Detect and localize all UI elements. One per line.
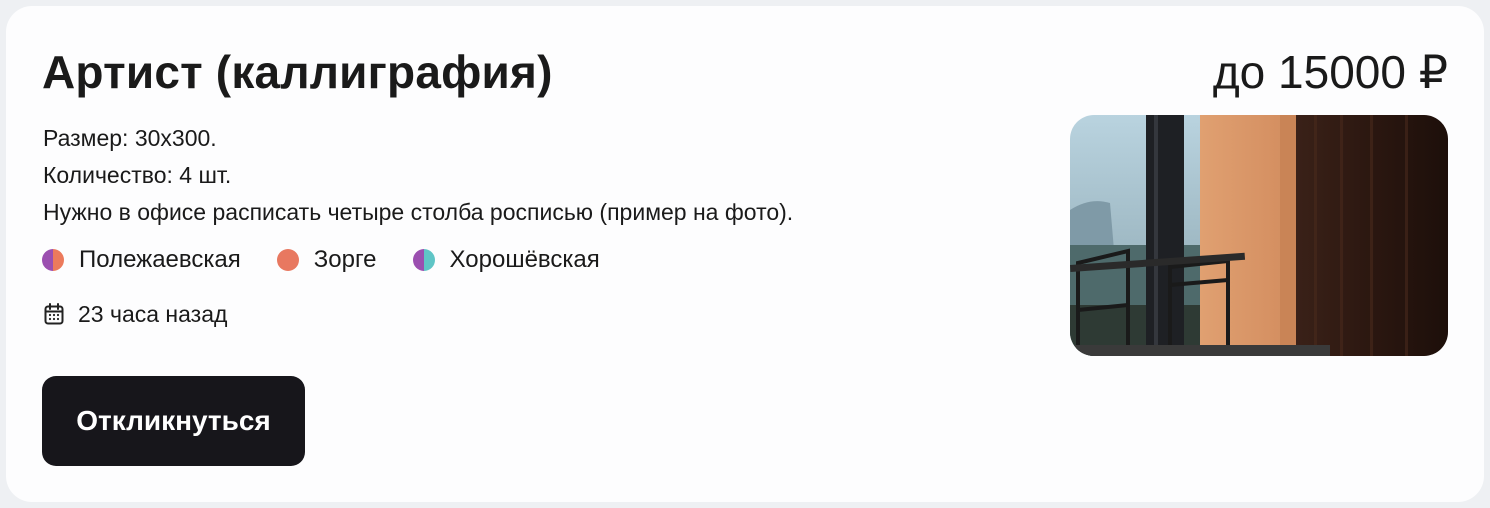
metro-station: Хорошёвская (412, 244, 600, 276)
calendar-icon (44, 303, 64, 325)
metro-station: Полежаевская (42, 244, 241, 276)
posted-time: 23 часа назад (44, 298, 227, 330)
job-price: до 15000 ₽ (1212, 46, 1448, 98)
description-line: Количество: 4 шт. (43, 162, 232, 188)
metro-line-dot-icon (42, 249, 64, 271)
metro-line-dot-icon (412, 249, 435, 271)
job-title: Артист (каллиграфия) (42, 46, 553, 98)
metro-line-dot-icon (276, 249, 299, 271)
metro-station: Зорге (276, 244, 377, 276)
metro-station-name: Хорошёвская (449, 246, 600, 273)
job-description: Размер: 30х300. Количество: 4 шт. Нужно … (43, 120, 793, 231)
metro-station-name: Полежаевская (79, 246, 241, 273)
metro-stations: Полежаевская Зорге Хорошёвская (42, 244, 636, 276)
office-photo-image (1070, 115, 1448, 356)
description-line: Нужно в офисе расписать четыре столба ро… (43, 199, 794, 225)
job-card[interactable]: Артист (каллиграфия) до 15000 ₽ Размер: … (6, 6, 1484, 502)
posted-time-text: 23 часа назад (78, 301, 228, 327)
description-line: Размер: 30х300. (43, 125, 217, 151)
job-photo[interactable] (1070, 115, 1448, 356)
metro-station-name: Зорге (313, 246, 377, 273)
respond-button[interactable]: Откликнуться (42, 376, 305, 466)
